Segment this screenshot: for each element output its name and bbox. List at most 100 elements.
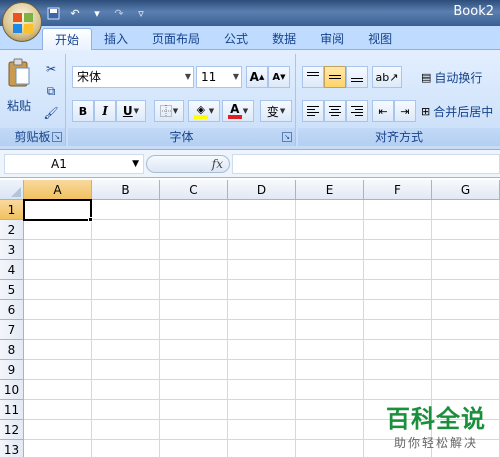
font-group: 宋体 ▼ 11 ▼ A ▲ A ▼ B I U ▼ ▼ ◈ ▼ A ▼ 变 ▼ … — [68, 54, 296, 146]
column-gridline — [295, 200, 296, 457]
row-header-13[interactable]: 13 — [0, 440, 24, 457]
borders-button[interactable]: ▼ — [154, 100, 184, 122]
font-size-value: 11 — [201, 70, 217, 84]
merge-center-label: 合并后居中 — [433, 104, 494, 119]
tab-insert[interactable]: 插入 — [92, 28, 140, 50]
align-top-button[interactable] — [302, 66, 324, 88]
merge-center-icon: ⊞ — [421, 104, 431, 118]
shrink-font-button[interactable]: A ▼ — [268, 66, 290, 88]
column-header-b[interactable]: B — [92, 180, 160, 200]
title-bar: ↶ ▾ ↷ ▿ Book2 — [0, 0, 500, 26]
alignment-group-label: 对齐方式 — [298, 128, 500, 146]
row-header-1[interactable]: 1 — [0, 200, 24, 220]
row-gridline — [24, 239, 500, 240]
font-name-combo[interactable]: 宋体 ▼ — [72, 66, 194, 88]
spreadsheet-grid[interactable]: ABCDEFG 1 2 3 4 5 6 7 8 9 10 11 12 13 百科全说 助你轻松解决 — [0, 180, 500, 457]
tab-page-layout[interactable]: 页面布局 — [140, 28, 212, 50]
row-gridline — [24, 219, 500, 220]
clipboard-group: 粘贴 ✂ ⧉ 🖌 剪贴板 ↘ — [0, 54, 66, 146]
row-gridline — [24, 279, 500, 280]
redo-icon[interactable]: ↷ — [110, 4, 128, 22]
row-header-8[interactable]: 8 — [0, 340, 24, 360]
clipboard-launcher-icon[interactable]: ↘ — [52, 132, 62, 142]
column-header-f[interactable]: F — [364, 180, 432, 200]
select-all-button[interactable] — [0, 180, 24, 200]
underline-button[interactable]: U ▼ — [116, 100, 146, 122]
grow-font-button[interactable]: A ▲ — [246, 66, 268, 88]
align-center-button[interactable] — [324, 100, 346, 122]
watermark: 百科全说 助你轻松解决 — [386, 399, 486, 451]
column-header-d[interactable]: D — [228, 180, 296, 200]
undo-icon[interactable]: ↶ — [66, 4, 84, 22]
orientation-button[interactable]: ab↗ — [372, 66, 402, 88]
office-logo-icon — [13, 13, 33, 33]
customize-toolbar-icon[interactable]: ▿ — [132, 4, 150, 22]
active-cell[interactable] — [23, 199, 92, 221]
tab-home[interactable]: 开始 — [42, 28, 93, 50]
office-button[interactable] — [2, 2, 42, 42]
wrap-text-button[interactable]: ▤ 自动换行 — [420, 66, 500, 88]
tab-view[interactable]: 视图 — [356, 28, 404, 50]
font-color-button[interactable]: A ▼ — [222, 100, 254, 122]
row-gridline — [24, 359, 500, 360]
align-right-button[interactable] — [346, 100, 368, 122]
row-header-5[interactable]: 5 — [0, 280, 24, 300]
watermark-subtitle: 助你轻松解决 — [393, 436, 478, 450]
row-header-9[interactable]: 9 — [0, 360, 24, 380]
italic-button[interactable]: I — [94, 100, 116, 122]
font-launcher-icon[interactable]: ↘ — [282, 132, 292, 142]
fill-color-button[interactable]: ◈ ▼ — [188, 100, 220, 122]
column-gridline — [227, 200, 228, 457]
column-header-a[interactable]: A — [24, 180, 92, 200]
column-header-e[interactable]: E — [296, 180, 364, 200]
column-header-c[interactable]: C — [160, 180, 228, 200]
font-name-value: 宋体 — [77, 70, 102, 84]
align-left-button[interactable] — [302, 100, 324, 122]
align-center-icon — [329, 106, 341, 116]
align-right-icon — [351, 106, 363, 116]
row-header-2[interactable]: 2 — [0, 220, 24, 240]
row-header-6[interactable]: 6 — [0, 300, 24, 320]
paste-button[interactable]: 粘贴 — [4, 58, 34, 124]
chevron-down-icon: ▼ — [208, 107, 215, 115]
name-box[interactable]: A1 ▼ — [4, 154, 144, 174]
row-header-10[interactable]: 10 — [0, 380, 24, 400]
bold-button[interactable]: B — [72, 100, 94, 122]
merge-center-button[interactable]: ⊞ 合并后居中 — [420, 100, 500, 122]
decrease-indent-button[interactable]: ⇤ — [372, 100, 394, 122]
row-header-7[interactable]: 7 — [0, 320, 24, 340]
format-painter-icon[interactable]: 🖌 — [40, 102, 62, 124]
font-group-label: 字体 — [68, 128, 295, 146]
column-gridline — [159, 200, 160, 457]
paste-icon — [8, 58, 30, 87]
tab-review[interactable]: 审阅 — [308, 28, 356, 50]
fill-bucket-icon: ◈ — [196, 102, 206, 116]
formula-input[interactable] — [232, 154, 500, 174]
tab-data[interactable]: 数据 — [260, 28, 308, 50]
insert-function-icon[interactable]: fx — [212, 156, 223, 172]
tab-formulas[interactable]: 公式 — [212, 28, 260, 50]
column-header-g[interactable]: G — [432, 180, 500, 200]
copy-icon[interactable]: ⧉ — [40, 80, 62, 102]
row-gridline — [24, 259, 500, 260]
formula-bar: A1 ▼ fx — [0, 150, 500, 178]
row-header-11[interactable]: 11 — [0, 400, 24, 420]
row-header-12[interactable]: 12 — [0, 420, 24, 440]
undo-dropdown-icon[interactable]: ▾ — [88, 4, 106, 22]
row-header-3[interactable]: 3 — [0, 240, 24, 260]
chevron-down-icon: ▼ — [279, 107, 286, 115]
fill-handle[interactable] — [88, 217, 93, 222]
save-icon[interactable] — [44, 4, 62, 22]
phonetic-button[interactable]: 变 ▼ — [260, 100, 292, 122]
align-bottom-button[interactable] — [346, 66, 368, 88]
row-header-4[interactable]: 4 — [0, 260, 24, 280]
align-left-icon — [307, 106, 319, 116]
paste-label: 粘贴 — [6, 99, 31, 113]
align-middle-button[interactable] — [324, 66, 346, 88]
font-size-combo[interactable]: 11 ▼ — [196, 66, 242, 88]
cut-icon[interactable]: ✂ — [40, 58, 62, 80]
quick-access-toolbar: ↶ ▾ ↷ ▿ — [44, 4, 150, 22]
borders-icon — [159, 105, 172, 117]
increase-indent-button[interactable]: ⇥ — [394, 100, 416, 122]
chevron-down-icon: ▼ — [242, 107, 249, 115]
